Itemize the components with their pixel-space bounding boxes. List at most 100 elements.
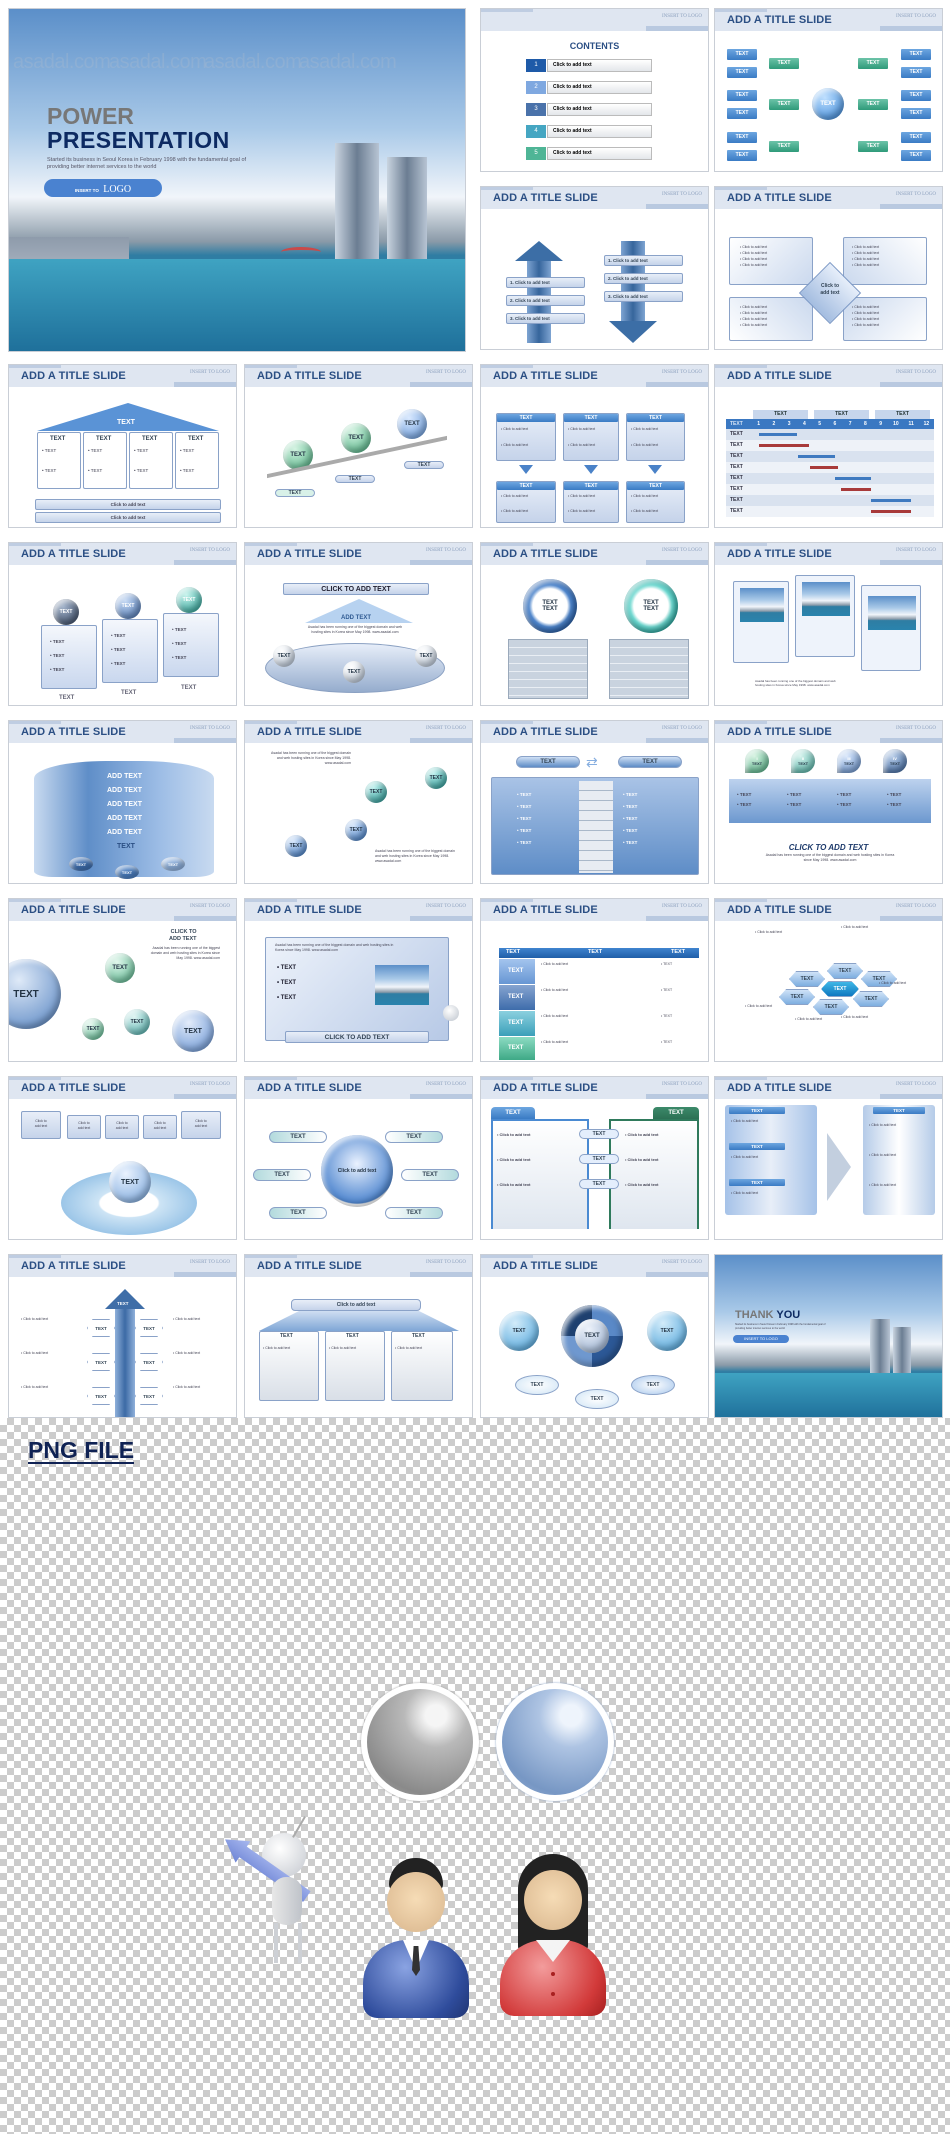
slide-arrows-up-down[interactable]: ADD A TITLE SLIDE INSERT TO LOGO 1. Click… bbox=[480, 186, 709, 350]
cover-slide[interactable]: asadal.com asadal.com asadal.com asadal.… bbox=[8, 8, 466, 352]
slide-bubble-orbs[interactable]: ADD A TITLE SLIDE INSERT TO LOGO TEXT TEX… bbox=[8, 898, 237, 1062]
panel-base-label: TEXT bbox=[59, 695, 75, 701]
panel-text: • TEXT bbox=[172, 627, 187, 632]
box-text: • Click to add text bbox=[631, 443, 659, 447]
slide-process-boxes[interactable]: ADD A TITLE SLIDE INSERT TO LOGO TEXT • Cl… bbox=[480, 364, 709, 528]
slide-summary-arrow[interactable]: ADD A TITLE SLIDE INSERT TO LOGO TEXT TEX… bbox=[714, 1076, 943, 1240]
glass-panel: • TEXT • TEXT • TEXT bbox=[41, 625, 97, 689]
ring-teal: TEXT TEXT bbox=[624, 579, 678, 633]
slide-arc-platform[interactable]: ADD A TITLE SLIDE INSERT TO LOGO CLICK TO… bbox=[244, 542, 473, 706]
top-bar[interactable]: Click to add text bbox=[291, 1299, 421, 1311]
header-logo: INSERT TO LOGO bbox=[426, 548, 466, 553]
contents-item[interactable]: 1 Click to add text bbox=[526, 59, 652, 72]
panel: • Click to add text • Click to add text • … bbox=[843, 237, 927, 285]
slide-title: ADD A TITLE SLIDE bbox=[493, 548, 598, 560]
slide-roman-steps[interactable]: ADD A TITLE SLIDE INSERT TO LOGO I TEXT II… bbox=[714, 720, 943, 884]
slide-four-panels[interactable]: ADD A TITLE SLIDE INSERT TO LOGO • Click … bbox=[714, 186, 943, 350]
contents-item[interactable]: 5 Click to add text bbox=[526, 147, 652, 160]
panel-text: • TEXT bbox=[517, 792, 532, 797]
insert-logo-button[interactable]: INSERT TO LOGO bbox=[44, 179, 162, 197]
panel-text: • TEXT bbox=[172, 655, 187, 660]
slide-ring-tables[interactable]: ADD A TITLE SLIDE INSERT TO LOGO TEXT TEXT… bbox=[480, 542, 709, 706]
slide-cycle-ring[interactable]: ADD A TITLE SLIDE INSERT TO LOGO Click to… bbox=[8, 1076, 237, 1240]
slide-exchange-panels[interactable]: ADD A TITLE SLIDE INSERT TO LOGO TEXT TEX… bbox=[480, 720, 709, 884]
slide-house-diagram[interactable]: ADD A TITLE SLIDE INSERT TO LOGO TEXT TEX… bbox=[8, 364, 237, 528]
slide-photo-frames[interactable]: ADD A TITLE SLIDE INSERT TO LOGO Asadal h… bbox=[714, 542, 943, 706]
click-to-add-text-bar[interactable]: CLICK TO ADD TEXT bbox=[283, 583, 429, 595]
click-to-add-text-bar[interactable]: CLICK TO ADD TEXT bbox=[285, 1031, 429, 1043]
box-text: • Click to add text bbox=[568, 427, 596, 431]
slide-header: ADD A TITLE SLIDE INSERT TO LOGO bbox=[481, 543, 708, 565]
slide-staircase-orbs[interactable]: ADD A TITLE SLIDE INSERT TO LOGO TEXT TEX… bbox=[244, 364, 473, 528]
tree-center-orb: TEXT bbox=[812, 88, 844, 120]
slide-hexagon-cluster[interactable]: ADD A TITLE SLIDE INSERT TO LOGO TEXT TEX… bbox=[714, 898, 943, 1062]
arc-description: Asadal has been running one of the bigge… bbox=[307, 625, 403, 634]
down-arrow-icon bbox=[609, 321, 657, 343]
panel-text: • TEXT bbox=[50, 667, 65, 672]
slide-header: ADD A TITLE SLIDE INSERT TO LOGO bbox=[715, 9, 942, 31]
slide-title: ADD A TITLE SLIDE bbox=[21, 1082, 126, 1094]
contents-item[interactable]: 3 Click to add text bbox=[526, 103, 652, 116]
gantt-row-label: TEXT bbox=[730, 431, 743, 437]
slide-screen-mascot[interactable]: ADD A TITLE SLIDE INSERT TO LOGO Asadal h… bbox=[244, 898, 473, 1062]
slide-orb-steps[interactable]: ADD A TITLE SLIDE INSERT TO LOGO Asadal h… bbox=[244, 720, 473, 884]
insert-logo-button[interactable]: INSERT TO LOGO bbox=[733, 1335, 789, 1343]
roman-badge: IV TEXT bbox=[883, 749, 907, 773]
pillar: TEXT • TEXT • TEXT bbox=[175, 432, 219, 489]
slide-title: ADD A TITLE SLIDE bbox=[257, 370, 362, 382]
process-box: TEXT • Click to add text • Click to add te… bbox=[496, 481, 556, 523]
click-to-add-heading[interactable]: CLICK TO ADD TEXT bbox=[715, 843, 942, 852]
slide-hub-pills[interactable]: ADD A TITLE SLIDE INSERT TO LOGO TEXT TEX… bbox=[244, 1076, 473, 1240]
tree-node: TEXT bbox=[901, 132, 931, 143]
slide-table-layout[interactable]: ADD A TITLE SLIDE INSERT TO LOGO TEXT TEX… bbox=[480, 898, 709, 1062]
stack-heading: TEXT bbox=[729, 1143, 785, 1150]
header-logo: INSERT TO LOGO bbox=[426, 904, 466, 909]
gantt-bar bbox=[871, 510, 912, 513]
tree-node: TEXT bbox=[727, 132, 757, 143]
roman-badge: III TEXT bbox=[837, 749, 861, 773]
tab-right[interactable]: TEXT bbox=[653, 1107, 699, 1119]
step-description: Asadal has been running one of the bigge… bbox=[765, 853, 895, 862]
slide-header: ADD A TITLE SLIDE INSERT TO LOGO bbox=[9, 1255, 236, 1277]
contents-item[interactable]: 2 Click to add text bbox=[526, 81, 652, 94]
slide-title: ADD A TITLE SLIDE bbox=[493, 726, 598, 738]
hub-center-orb[interactable]: Click to add text bbox=[321, 1135, 393, 1207]
step-text: • TEXT bbox=[837, 802, 852, 807]
river bbox=[715, 1373, 942, 1417]
slide-circle-flow[interactable]: ADD A TITLE SLIDE INSERT TO LOGO TEXT TEX… bbox=[480, 1254, 709, 1418]
slide-header: ADD A TITLE SLIDE INSERT TO LOGO bbox=[715, 543, 942, 565]
slide-header: ADD A TITLE SLIDE INSERT TO LOGO bbox=[715, 365, 942, 387]
cell-text: • Click to add text bbox=[541, 962, 569, 966]
gantt-bar bbox=[758, 444, 809, 447]
cell-text: • Click to add text bbox=[541, 1040, 569, 1044]
summary-text: • Click to add text bbox=[869, 1123, 897, 1127]
up-arrow-icon bbox=[105, 1289, 145, 1309]
list-item: 2. Click to add text bbox=[604, 273, 683, 284]
compare-pill: TEXT bbox=[579, 1154, 619, 1164]
slide-glass-panels[interactable]: ADD A TITLE SLIDE INSERT TO LOGO TEXT TEX… bbox=[8, 542, 237, 706]
badge-text: TEXT bbox=[797, 761, 809, 766]
blue-orb bbox=[496, 1683, 614, 1801]
gantt-chart: TEXT TEXT TEXT TEXT 1 2 3 4 5 6 7 8 9 10 11 12 TEXT TEXT T… bbox=[726, 410, 934, 523]
thank-you-slide[interactable]: THANK YOU Started its business in Seoul … bbox=[714, 1254, 943, 1418]
slide-tab-compare[interactable]: ADD A TITLE SLIDE INSERT TO LOGO TEXT TEX… bbox=[480, 1076, 709, 1240]
panel-text: • TEXT bbox=[623, 804, 638, 809]
item-label: Click to add text bbox=[547, 125, 652, 138]
compare-pill: TEXT bbox=[579, 1179, 619, 1189]
slide-hex-arrow[interactable]: ADD A TITLE SLIDE INSERT TO LOGO TEXT TEX… bbox=[8, 1254, 237, 1418]
gantt-row-label: TEXT bbox=[730, 464, 743, 470]
step-description: Asadal has been running one of the bigge… bbox=[375, 849, 455, 863]
callout-text: • Click to add text bbox=[841, 1015, 869, 1019]
slide-tree-diagram[interactable]: ADD A TITLE SLIDE INSERT TO LOGO TEXT TEX… bbox=[714, 8, 943, 172]
slide-gantt-chart[interactable]: ADD A TITLE SLIDE INSERT TO LOGO TEXT TEXT… bbox=[714, 364, 943, 528]
contents-item[interactable]: 4 Click to add text bbox=[526, 125, 652, 138]
callout-text: • Click to add text bbox=[841, 925, 869, 929]
slide-title: ADD A TITLE SLIDE bbox=[727, 14, 832, 26]
tree-node: TEXT bbox=[901, 108, 931, 119]
slide-tree-columns[interactable]: ADD A TITLE SLIDE INSERT TO LOGO Click to… bbox=[244, 1254, 473, 1418]
slide-curved-wall[interactable]: ADD A TITLE SLIDE INSERT TO LOGO ADD TEXT… bbox=[8, 720, 237, 884]
contents-slide[interactable]: INSERT TO LOGO CONTENTS 1 Click to add te… bbox=[480, 8, 709, 172]
panel-orb: TEXT bbox=[176, 587, 202, 613]
tab-left[interactable]: TEXT bbox=[491, 1107, 535, 1119]
step-orb: TEXT bbox=[341, 423, 371, 453]
